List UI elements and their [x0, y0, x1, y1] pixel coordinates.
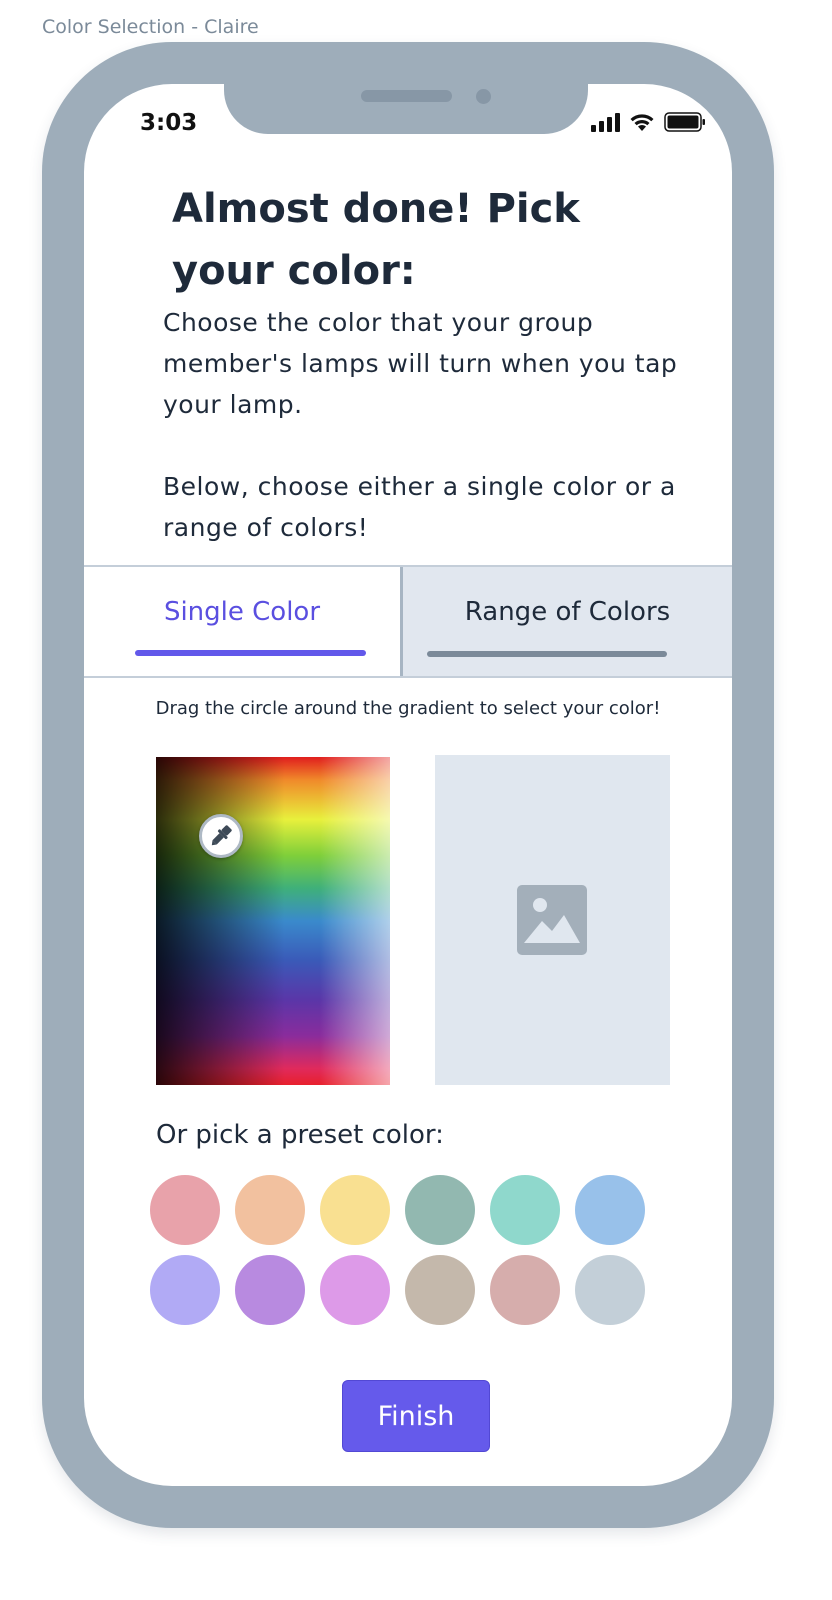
tab-range-of-colors-label: Range of Colors [464, 597, 671, 627]
preset-swatch-4[interactable] [405, 1175, 475, 1245]
intro-text: Choose the color that your group member'… [163, 302, 703, 548]
page-title: Almost done! Pick your color: [172, 186, 580, 294]
preset-swatch-10[interactable] [405, 1255, 475, 1325]
speaker-grille [361, 90, 452, 102]
gradient-drag-handle[interactable] [199, 814, 243, 858]
battery-icon [664, 112, 705, 132]
tab-single-color-label: Single Color [163, 597, 321, 627]
preset-swatch-11[interactable] [490, 1255, 560, 1325]
preset-swatch-12[interactable] [575, 1255, 645, 1325]
tab-active-indicator [135, 650, 366, 656]
finish-button[interactable]: Finish [342, 1380, 490, 1452]
gradient-instructions: Drag the circle around the gradient to s… [155, 698, 661, 719]
tab-inactive-indicator [427, 651, 667, 657]
intro-paragraph-2: Below, choose either a single color or a… [163, 472, 676, 542]
preset-swatch-9[interactable] [320, 1255, 390, 1325]
mode-tabs: Single Color Range of Colors [84, 565, 732, 678]
frame-label: Color Selection - Claire [42, 16, 259, 38]
image-placeholder-icon [517, 885, 587, 955]
selected-color-preview [435, 755, 670, 1085]
preset-swatch-5[interactable] [490, 1175, 560, 1245]
tab-single-color[interactable]: Single Color [84, 567, 400, 676]
preset-swatch-8[interactable] [235, 1255, 305, 1325]
status-time: 3:03 [140, 110, 198, 136]
preset-swatch-6[interactable] [575, 1175, 645, 1245]
front-camera [476, 89, 491, 104]
preset-section-label: Or pick a preset color: [156, 1120, 444, 1150]
wifi-icon [630, 114, 654, 131]
color-gradient-picker[interactable] [156, 757, 390, 1085]
intro-paragraph-1: Choose the color that your group member'… [163, 308, 678, 419]
preset-swatch-7[interactable] [150, 1255, 220, 1325]
signal-icon [591, 113, 620, 132]
tab-range-of-colors[interactable]: Range of Colors [400, 567, 732, 676]
preset-swatch-1[interactable] [150, 1175, 220, 1245]
eyedropper-icon [211, 825, 232, 846]
preset-swatch-3[interactable] [320, 1175, 390, 1245]
preset-swatch-2[interactable] [235, 1175, 305, 1245]
